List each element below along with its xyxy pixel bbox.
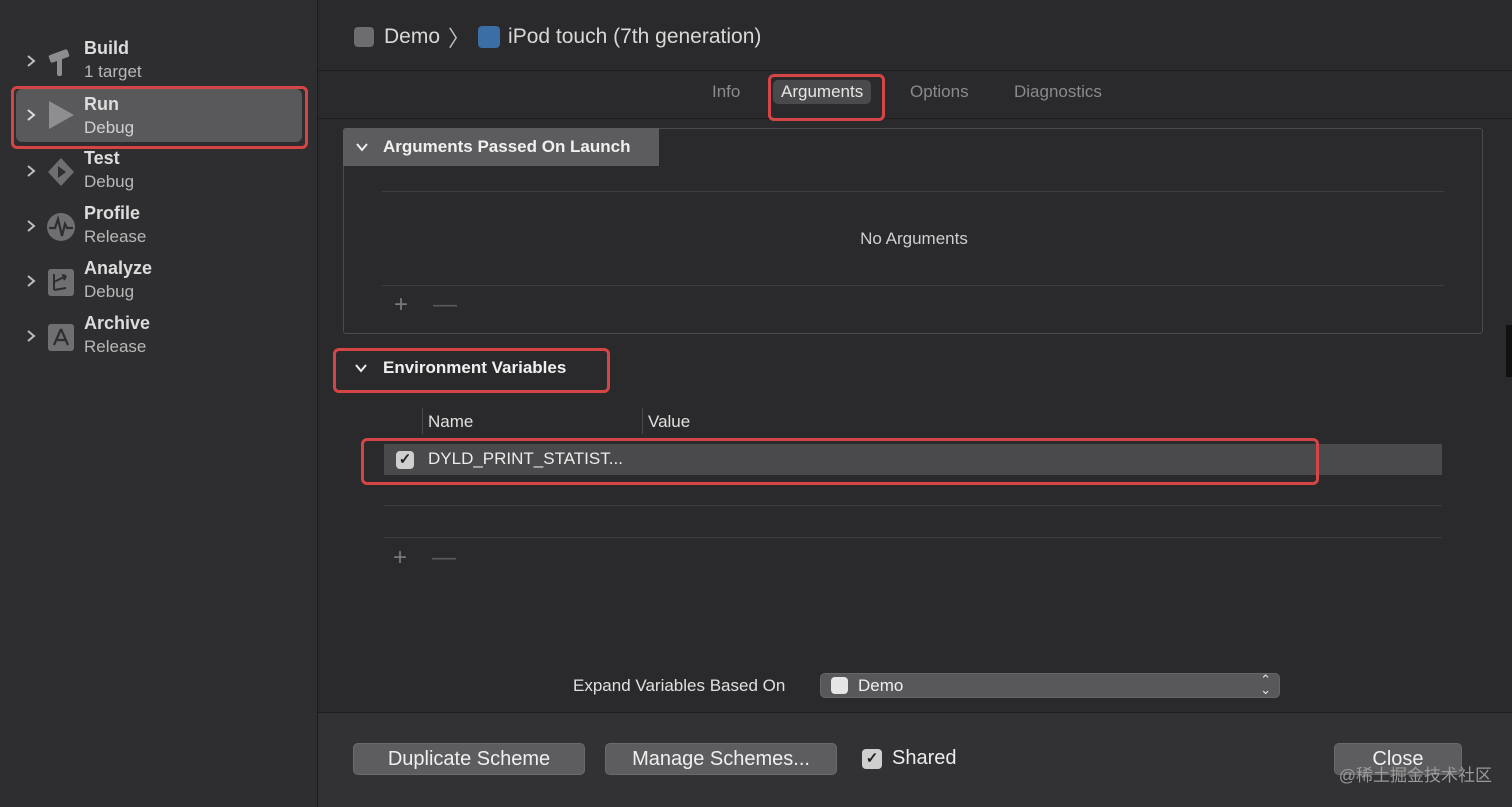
- duplicate-scheme-button[interactable]: Duplicate Scheme: [353, 743, 585, 775]
- env-enabled-checkbox[interactable]: ✓: [396, 451, 414, 469]
- divider: [382, 285, 1444, 286]
- column-header-value[interactable]: Value: [648, 412, 690, 432]
- breadcrumb: Demo 〉 iPod touch (7th generation): [354, 22, 761, 52]
- tab-info[interactable]: Info: [712, 82, 740, 102]
- add-argument-button[interactable]: +: [394, 291, 408, 319]
- sidebar-item-title: Test: [84, 148, 120, 168]
- chevron-down-icon[interactable]: [355, 140, 369, 154]
- column-divider: [422, 408, 423, 434]
- environment-variables-title: Environment Variables: [383, 358, 567, 377]
- scheme-editor-panel: Demo 〉 iPod touch (7th generation) Info …: [318, 0, 1512, 807]
- manage-schemes-button[interactable]: Manage Schemes...: [605, 743, 837, 775]
- divider: [318, 118, 1512, 119]
- up-down-arrows-icon: ⌃ ⌄: [1260, 672, 1271, 697]
- archive-icon: [48, 324, 74, 351]
- sidebar-item-test[interactable]: Test Debug: [0, 146, 317, 198]
- play-icon: [49, 101, 74, 129]
- arguments-section-header[interactable]: Arguments Passed On Launch: [343, 128, 659, 166]
- divider: [382, 191, 1444, 192]
- sidebar-item-subtitle: Debug: [84, 118, 135, 137]
- waveform-icon: [47, 213, 75, 241]
- chevron-down-icon[interactable]: [354, 361, 368, 375]
- diamond-play-icon: [48, 158, 74, 186]
- chevron-right-icon[interactable]: [24, 219, 38, 233]
- remove-env-variable-button[interactable]: —: [432, 544, 456, 572]
- sidebar-item-title: Archive: [84, 313, 151, 333]
- sidebar-item-subtitle: 1 target: [84, 62, 142, 81]
- sidebar-item-title: Run: [84, 94, 119, 114]
- sidebar-item-subtitle: Debug: [84, 282, 135, 301]
- tab-arguments[interactable]: Arguments: [773, 80, 872, 104]
- expand-variables-label: Expand Variables Based On: [573, 676, 786, 695]
- analyze-icon: [48, 269, 74, 296]
- table-row[interactable]: ✓ DYLD_PRINT_STATIST...: [384, 444, 1442, 475]
- divider: [318, 70, 1512, 71]
- env-table-header: Name Value: [318, 408, 1512, 436]
- sidebar-item-subtitle: Release: [84, 337, 147, 356]
- footer-bar: Duplicate Scheme Manage Schemes... ✓ Sha…: [318, 713, 1512, 807]
- environment-variables-header[interactable]: Environment Variables: [336, 350, 606, 390]
- sidebar-item-build[interactable]: Build 1 target: [0, 36, 317, 88]
- scheme-icon: [354, 27, 374, 47]
- sidebar-item-subtitle: Debug: [84, 172, 135, 191]
- chevron-right-icon[interactable]: [24, 164, 38, 178]
- sidebar-item-subtitle: Release: [84, 227, 147, 246]
- expand-variables-popup[interactable]: Demo ⌃ ⌄: [820, 673, 1280, 698]
- add-env-variable-button[interactable]: +: [393, 544, 407, 572]
- tab-options[interactable]: Options: [910, 82, 969, 102]
- sidebar-item-title: Build: [84, 38, 129, 58]
- shared-checkbox[interactable]: ✓: [862, 749, 882, 769]
- shared-label[interactable]: Shared: [892, 747, 957, 770]
- tab-bar: Info Arguments Options Diagnostics: [318, 80, 1512, 108]
- sidebar-item-title: Profile: [84, 203, 141, 223]
- chevron-right-icon[interactable]: [24, 108, 38, 122]
- divider: [384, 505, 1442, 506]
- app-icon: [478, 26, 501, 48]
- chevron-right-icon[interactable]: [24, 54, 38, 68]
- arguments-section-title: Arguments Passed On Launch: [383, 137, 631, 156]
- scheme-actions-sidebar: Build 1 target Run Debug Test Debug Prof…: [0, 0, 318, 807]
- target-icon: [831, 677, 848, 694]
- remove-argument-button[interactable]: —: [433, 291, 457, 319]
- chevron-right-icon: 〉: [448, 26, 471, 51]
- column-header-name[interactable]: Name: [428, 412, 473, 432]
- column-divider[interactable]: [642, 408, 643, 434]
- sidebar-item-profile[interactable]: Profile Release: [0, 201, 317, 253]
- chevron-right-icon[interactable]: [24, 274, 38, 288]
- sidebar-item-archive[interactable]: Archive Release: [0, 311, 317, 363]
- sidebar-item-run[interactable]: Run Debug: [0, 89, 317, 142]
- env-variable-name[interactable]: DYLD_PRINT_STATIST...: [428, 449, 623, 469]
- chevron-right-icon[interactable]: [24, 329, 38, 343]
- breadcrumb-scheme[interactable]: Demo: [384, 25, 440, 49]
- empty-state-text: No Arguments: [860, 229, 968, 248]
- hammer-icon: [48, 49, 70, 76]
- sidebar-item-title: Analyze: [84, 258, 153, 278]
- tab-diagnostics[interactable]: Diagnostics: [1014, 82, 1102, 102]
- watermark: @稀土掘金技术社区: [1338, 766, 1492, 785]
- divider: [384, 537, 1442, 538]
- sidebar-item-analyze[interactable]: Analyze Debug: [0, 256, 317, 308]
- window-edge: [1506, 325, 1512, 377]
- arguments-section: Arguments Passed On Launch No Arguments …: [343, 128, 1483, 334]
- breadcrumb-device[interactable]: iPod touch (7th generation): [508, 25, 761, 49]
- expand-variables-value: Demo: [858, 676, 904, 695]
